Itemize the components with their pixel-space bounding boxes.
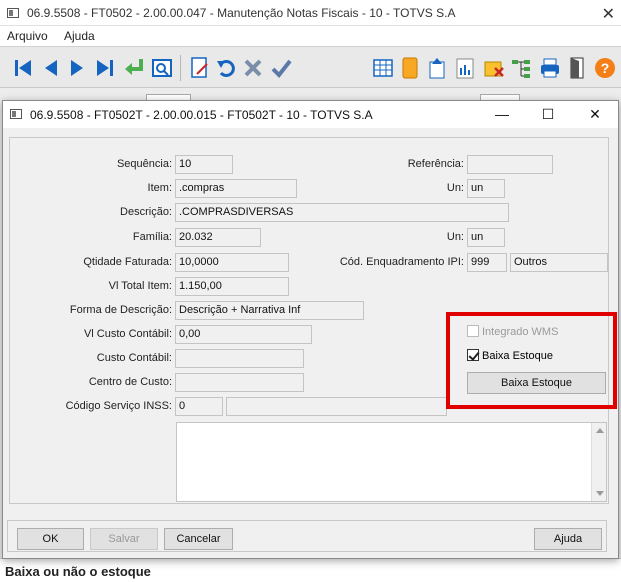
qtd-faturada-label: Qtidade Faturada: [83, 256, 172, 268]
maximize-button[interactable]: ☐ [525, 101, 571, 128]
un-field[interactable]: un [467, 179, 505, 198]
outer-window-title: 06.9.5508 - FT0502 - 2.00.00.047 - Manut… [27, 6, 456, 20]
zoom-icon[interactable] [151, 56, 173, 80]
cod-enquadramento-field[interactable]: 999 [467, 253, 507, 272]
custo-contabil-label: Custo Contábil: [96, 352, 172, 364]
cancelar-button[interactable]: Cancelar [164, 528, 233, 550]
minimize-button[interactable]: — [479, 101, 525, 128]
status-bar: Baixa ou não o estoque [0, 558, 621, 582]
report-icon[interactable] [454, 56, 476, 80]
dialog-title: 06.9.5508 - FT0502T - 2.00.00.015 - FT05… [30, 108, 373, 122]
help-icon[interactable]: ? [594, 56, 616, 80]
codigo-servico-inss-desc [226, 397, 447, 416]
cod-enquadramento-desc: Outros [510, 253, 608, 272]
book-icon[interactable] [399, 56, 421, 80]
ok-button[interactable]: OK [17, 528, 84, 550]
goto-icon[interactable] [123, 56, 145, 80]
vl-custo-contabil-label: Vl Custo Contábil: [83, 328, 172, 340]
toolbar-separator [180, 55, 181, 81]
previous-icon[interactable] [40, 56, 62, 80]
forma-descricao-label: Forma de Descrição: [69, 304, 172, 316]
salvar-button[interactable]: Salvar [90, 528, 158, 550]
un-label-2: Un: [446, 231, 464, 243]
outer-close-button[interactable]: ✕ [602, 4, 615, 24]
app-window-icon [7, 8, 19, 18]
menu-bar: Arquivo Ajuda [0, 26, 621, 46]
codigo-servico-inss-label: Código Serviço INSS: [65, 400, 172, 412]
referencia-label: Referência: [407, 158, 464, 170]
import-icon[interactable] [426, 56, 448, 80]
cancel-icon[interactable] [242, 56, 264, 80]
scroll-up-icon[interactable] [596, 428, 604, 433]
last-icon[interactable] [94, 56, 116, 80]
cod-enquadramento-label: Cód. Enquadramento IPI: [339, 256, 464, 268]
descricao-label: Descrição: [120, 206, 172, 218]
descricao-field[interactable]: .COMPRASDIVERSAS [175, 203, 509, 222]
familia-field[interactable]: 20.032 [175, 228, 261, 247]
svg-text:?: ? [601, 60, 610, 76]
grid-icon[interactable] [372, 56, 394, 80]
first-icon[interactable] [12, 56, 34, 80]
undo-icon[interactable] [215, 56, 237, 80]
narrative-textarea[interactable] [176, 422, 607, 502]
familia-label: Família: [132, 231, 172, 243]
print-icon[interactable] [539, 56, 561, 80]
scroll-down-icon[interactable] [596, 491, 604, 496]
custo-contabil-field[interactable] [175, 349, 304, 368]
vl-total-item-field[interactable]: 1.150,00 [175, 277, 289, 296]
codigo-servico-inss-field[interactable]: 0 [175, 397, 223, 416]
dialog-close-button[interactable]: ✕ [572, 101, 618, 128]
dialog-title-bar: 06.9.5508 - FT0502T - 2.00.00.015 - FT05… [3, 101, 618, 128]
un-field-2[interactable]: un [467, 228, 505, 247]
edit-icon[interactable] [189, 56, 211, 80]
vl-total-item-label: Vl Total Item: [108, 280, 172, 292]
confirm-icon[interactable] [270, 56, 292, 80]
sequencia-label: Sequência: [116, 158, 172, 170]
menu-arquivo[interactable]: Arquivo [7, 29, 48, 43]
menu-ajuda[interactable]: Ajuda [64, 29, 95, 43]
vl-custo-contabil-field[interactable]: 0,00 [175, 325, 312, 344]
next-icon[interactable] [66, 56, 88, 80]
centro-custo-label: Centro de Custo: [88, 376, 172, 388]
outer-title-bar: 06.9.5508 - FT0502 - 2.00.00.047 - Manut… [0, 0, 621, 26]
spreadsheet-icon[interactable] [483, 56, 505, 80]
sequencia-field[interactable]: 10 [175, 155, 233, 174]
dialog-window-icon [10, 109, 22, 119]
forma-descricao-field[interactable]: Descrição + Narrativa Inf [175, 301, 364, 320]
textarea-scrollbar[interactable] [591, 423, 606, 501]
status-text: Baixa ou não o estoque [5, 564, 151, 579]
toolbar: ? [0, 46, 621, 88]
item-field[interactable]: .compras [175, 179, 297, 198]
qtd-faturada-field[interactable]: 10,0000 [175, 253, 289, 272]
highlight-box [446, 312, 617, 409]
flow-icon[interactable] [510, 56, 532, 80]
exit-icon[interactable] [567, 56, 589, 80]
un-label: Un: [446, 182, 464, 194]
ajuda-button[interactable]: Ajuda [534, 528, 602, 550]
item-label: Item: [147, 182, 172, 194]
referencia-field[interactable] [467, 155, 553, 174]
centro-custo-field[interactable] [175, 373, 304, 392]
